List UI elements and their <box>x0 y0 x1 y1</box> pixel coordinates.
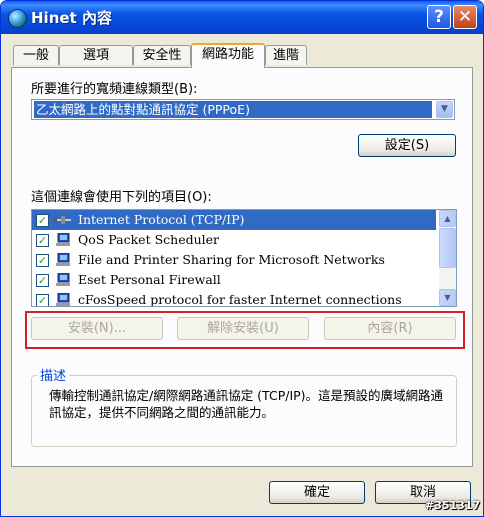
list-item-label: QoS Packet Scheduler <box>78 232 220 247</box>
watermark-text: #351317 <box>425 499 481 512</box>
connection-type-value: 乙太網路上的點對點通訊協定 (PPPoE) <box>34 101 432 118</box>
properties-dialog: Hinet 內容 ? ✕ 一般 選項 安全性 網路功能 進階 所要進行的寬頻連線… <box>0 0 484 517</box>
service-icon <box>56 293 70 306</box>
service-icon <box>56 253 70 266</box>
scroll-up-icon[interactable]: ▲ <box>439 210 456 227</box>
ok-button[interactable]: 確定 <box>269 481 365 504</box>
tab-advanced[interactable]: 進階 <box>265 45 307 65</box>
properties-button[interactable]: 內容(R) <box>324 317 456 340</box>
install-button[interactable]: 安裝(N)... <box>31 317 163 340</box>
description-title: 描述 <box>37 365 70 384</box>
close-button[interactable]: ✕ <box>453 5 477 29</box>
list-scrollbar[interactable]: ▲ ▼ <box>439 210 456 306</box>
protocol-icon <box>54 216 71 224</box>
connection-type-select[interactable]: 乙太網路上的點對點通訊協定 (PPPoE) ▼ <box>31 99 455 120</box>
list-item[interactable]: ✓ File and Printer Sharing for Microsoft… <box>32 250 436 270</box>
window-title: Hinet 內容 <box>31 9 112 27</box>
tab-general[interactable]: 一般 <box>13 45 59 65</box>
connection-type-label: 所要進行的寬頻連線類型(B): <box>31 82 198 97</box>
settings-button[interactable]: 設定(S) <box>358 134 456 157</box>
tab-networking[interactable]: 網路功能 <box>191 43 265 68</box>
checkbox-checked[interactable]: ✓ <box>36 214 49 227</box>
uninstall-button[interactable]: 解除安裝(U) <box>177 317 309 340</box>
connection-globe-icon <box>8 9 27 28</box>
list-item-label: cFosSpeed protocol for faster Internet c… <box>78 292 402 307</box>
list-item[interactable]: ✓ Internet Protocol (TCP/IP) <box>32 210 436 230</box>
service-icon <box>56 233 70 246</box>
list-item-label: Internet Protocol (TCP/IP) <box>78 212 245 227</box>
chevron-down-icon[interactable]: ▼ <box>436 101 453 118</box>
checkbox-checked[interactable]: ✓ <box>36 294 49 306</box>
components-list[interactable]: ✓ Internet Protocol (TCP/IP) ✓ QoS Packe… <box>31 209 457 307</box>
title-bar[interactable]: Hinet 內容 ? ✕ <box>1 1 483 34</box>
tab-security[interactable]: 安全性 <box>133 45 191 65</box>
list-item[interactable]: ✓ QoS Packet Scheduler <box>32 230 436 250</box>
checkbox-checked[interactable]: ✓ <box>36 234 49 247</box>
components-label: 這個連線會使用下列的項目(O): <box>31 190 212 205</box>
service-icon <box>56 273 70 286</box>
help-button[interactable]: ? <box>427 5 451 29</box>
scroll-down-icon[interactable]: ▼ <box>439 289 456 306</box>
list-item[interactable]: ✓ cFosSpeed protocol for faster Internet… <box>32 290 436 307</box>
checkbox-checked[interactable]: ✓ <box>36 274 49 287</box>
checkbox-checked[interactable]: ✓ <box>36 254 49 267</box>
tab-options[interactable]: 選項 <box>59 45 133 65</box>
scroll-thumb[interactable] <box>439 228 456 268</box>
tab-strip: 一般 選項 安全性 網路功能 進階 <box>1 43 483 68</box>
list-item-label: Eset Personal Firewall <box>78 272 221 287</box>
list-item-label: File and Printer Sharing for Microsoft N… <box>78 252 385 267</box>
description-text: 傳輸控制通訊協定/網際網路通訊協定 (TCP/IP)。這是預設的廣域網路通訊協定… <box>49 388 444 420</box>
list-item[interactable]: ✓ Eset Personal Firewall <box>32 270 436 290</box>
